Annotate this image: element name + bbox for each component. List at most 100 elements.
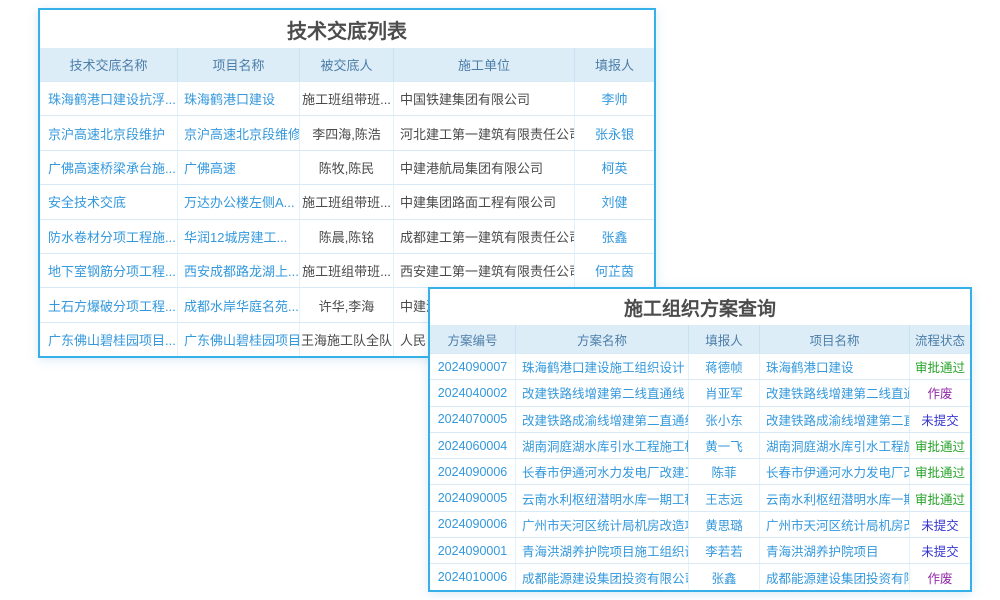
cell-link[interactable]: 李若若 — [689, 538, 760, 563]
cell-link[interactable]: 陈菲 — [689, 459, 760, 484]
cell-link[interactable]: 京沪高速北京段维修 — [178, 116, 300, 149]
table-cell: 王海施工队全队 — [300, 323, 394, 356]
cell-link[interactable]: 黄一飞 — [689, 433, 760, 458]
cell-link[interactable]: 青海洪湖养护院项目 — [760, 538, 910, 563]
table-row: 2024090007珠海鹤港口建设施工组织设计蒋德帧珠海鹤港口建设审批通过 — [430, 353, 970, 379]
cell-link[interactable]: 广州市天河区统计局机房改造项目 — [516, 512, 689, 537]
column-header: 填报人 — [575, 48, 654, 81]
cell-link[interactable]: 广佛高速 — [178, 151, 300, 184]
column-header: 方案编号 — [430, 325, 516, 353]
cell-link[interactable]: 广佛高速桥梁承台施... — [40, 151, 178, 184]
cell-link[interactable]: 成都能源建设集团投资有限公 — [760, 564, 910, 589]
table-cell: 未提交 — [910, 512, 970, 537]
cell-link[interactable]: 2024090001 — [430, 538, 516, 563]
table-row: 珠海鹤港口建设抗浮...珠海鹤港口建设施工班组带班...中国铁建集团有限公司李帅 — [40, 81, 654, 115]
cell-link[interactable]: 李帅 — [575, 82, 654, 115]
cell-link[interactable]: 长春市伊通河水力发电厂改建 — [760, 459, 910, 484]
table-cell: 审批通过 — [910, 354, 970, 379]
cell-link[interactable]: 万达办公楼左侧A... — [178, 185, 300, 218]
cell-link[interactable]: 京沪高速北京段维护 — [40, 116, 178, 149]
cell-link[interactable]: 何芷茵 — [575, 254, 654, 287]
cell-link[interactable]: 黄思璐 — [689, 512, 760, 537]
cell-link[interactable]: 珠海鹤港口建设抗浮... — [40, 82, 178, 115]
column-header: 项目名称 — [178, 48, 300, 81]
table-cell: 未提交 — [910, 407, 970, 432]
table-cell: 中建集团路面工程有限公司 — [394, 185, 575, 218]
table-cell: 施工班组带班... — [300, 254, 394, 287]
table-body: 2024090007珠海鹤港口建设施工组织设计蒋德帧珠海鹤港口建设审批通过202… — [430, 353, 970, 590]
cell-link[interactable]: 柯英 — [575, 151, 654, 184]
cell-link[interactable]: 安全技术交底 — [40, 185, 178, 218]
cell-link[interactable]: 改建铁路线增建第二线直通线（ — [516, 380, 689, 405]
cell-link[interactable]: 2024090005 — [430, 485, 516, 510]
table-row: 安全技术交底万达办公楼左侧A...施工班组带班...中建集团路面工程有限公司刘健 — [40, 184, 654, 218]
cell-link[interactable]: 广东佛山碧桂园项目 — [178, 323, 300, 356]
table-cell: 陈晨,陈铭 — [300, 220, 394, 253]
cell-link[interactable]: 2024060004 — [430, 433, 516, 458]
table-cell: 未提交 — [910, 538, 970, 563]
table-row: 地下室钢筋分项工程...西安成都路龙湖上...施工班组带班...西安建工第一建筑… — [40, 253, 654, 287]
cell-link[interactable]: 改建铁路成渝线增建第二直通线 — [760, 407, 910, 432]
table-cell: 中国铁建集团有限公司 — [394, 82, 575, 115]
cell-link[interactable]: 改建铁路成渝线增建第二直通线 — [516, 407, 689, 432]
cell-link[interactable]: 张小东 — [689, 407, 760, 432]
table-row: 2024090001青海洪湖养护院项目施工组织设计李若若青海洪湖养护院项目未提交 — [430, 537, 970, 563]
cell-link[interactable]: 防水卷材分项工程施... — [40, 220, 178, 253]
table-row: 防水卷材分项工程施...华润12城房建工...陈晨,陈铭成都建工第一建筑有限责任… — [40, 219, 654, 253]
cell-link[interactable]: 成都能源建设集团投资有限公司 — [516, 564, 689, 589]
column-header: 技术交底名称 — [40, 48, 178, 81]
panel-title: 技术交底列表 — [40, 10, 654, 48]
cell-link[interactable]: 肖亚军 — [689, 380, 760, 405]
table-cell: 西安建工第一建筑有限责任公司 — [394, 254, 575, 287]
cell-link[interactable]: 2024010006 — [430, 564, 516, 589]
table-row: 2024010006成都能源建设集团投资有限公司张鑫成都能源建设集团投资有限公作… — [430, 563, 970, 589]
table-cell: 许华,李海 — [300, 288, 394, 321]
cell-link[interactable]: 珠海鹤港口建设施工组织设计 — [516, 354, 689, 379]
cell-link[interactable]: 王志远 — [689, 485, 760, 510]
table-cell: 施工班组带班... — [300, 185, 394, 218]
construction-plan-query-panel: 施工组织方案查询 方案编号方案名称填报人项目名称流程状态 2024090007珠… — [428, 287, 972, 592]
table-cell: 作废 — [910, 380, 970, 405]
cell-link[interactable]: 刘健 — [575, 185, 654, 218]
cell-link[interactable]: 云南水利枢纽潜明水库一期工 — [760, 485, 910, 510]
cell-link[interactable]: 2024090006 — [430, 459, 516, 484]
cell-link[interactable]: 湖南洞庭湖水库引水工程施工标 — [516, 433, 689, 458]
cell-link[interactable]: 地下室钢筋分项工程... — [40, 254, 178, 287]
cell-link[interactable]: 广东佛山碧桂园项目... — [40, 323, 178, 356]
cell-link[interactable]: 华润12城房建工... — [178, 220, 300, 253]
cell-link[interactable]: 长春市伊通河水力发电厂改建工程 — [516, 459, 689, 484]
table-header-row: 技术交底名称项目名称被交底人施工单位填报人 — [40, 48, 654, 81]
table-cell: 河北建工第一建筑有限责任公司 — [394, 116, 575, 149]
cell-link[interactable]: 蒋德帧 — [689, 354, 760, 379]
cell-link[interactable]: 改建铁路线增建第二线直通线 — [760, 380, 910, 405]
cell-link[interactable]: 张鑫 — [575, 220, 654, 253]
column-header: 施工单位 — [394, 48, 575, 81]
table-cell: 李四海,陈浩 — [300, 116, 394, 149]
cell-link[interactable]: 2024090006 — [430, 512, 516, 537]
cell-link[interactable]: 2024090007 — [430, 354, 516, 379]
column-header: 流程状态 — [910, 325, 970, 353]
cell-link[interactable]: 张永银 — [575, 116, 654, 149]
cell-link[interactable]: 湖南洞庭湖水库引水工程施工 — [760, 433, 910, 458]
cell-link[interactable]: 西安成都路龙湖上... — [178, 254, 300, 287]
table-row: 2024040002改建铁路线增建第二线直通线（肖亚军改建铁路线增建第二线直通线… — [430, 379, 970, 405]
cell-link[interactable]: 珠海鹤港口建设 — [760, 354, 910, 379]
table-cell: 作废 — [910, 564, 970, 589]
cell-link[interactable]: 张鑫 — [689, 564, 760, 589]
cell-link[interactable]: 土石方爆破分项工程... — [40, 288, 178, 321]
table-row: 2024060004湖南洞庭湖水库引水工程施工标黄一飞湖南洞庭湖水库引水工程施工… — [430, 432, 970, 458]
cell-link[interactable]: 广州市天河区统计局机房改造 — [760, 512, 910, 537]
table-cell: 审批通过 — [910, 459, 970, 484]
page: 技术交底列表 技术交底名称项目名称被交底人施工单位填报人 珠海鹤港口建设抗浮..… — [0, 0, 1000, 600]
column-header: 填报人 — [689, 325, 760, 353]
cell-link[interactable]: 2024040002 — [430, 380, 516, 405]
table-header-row: 方案编号方案名称填报人项目名称流程状态 — [430, 325, 970, 353]
cell-link[interactable]: 青海洪湖养护院项目施工组织设计 — [516, 538, 689, 563]
cell-link[interactable]: 云南水利枢纽潜明水库一期工程 — [516, 485, 689, 510]
table-cell: 审批通过 — [910, 485, 970, 510]
column-header: 被交底人 — [300, 48, 394, 81]
table-cell: 成都建工第一建筑有限责任公司 — [394, 220, 575, 253]
cell-link[interactable]: 珠海鹤港口建设 — [178, 82, 300, 115]
cell-link[interactable]: 2024070005 — [430, 407, 516, 432]
cell-link[interactable]: 成都水岸华庭名苑... — [178, 288, 300, 321]
